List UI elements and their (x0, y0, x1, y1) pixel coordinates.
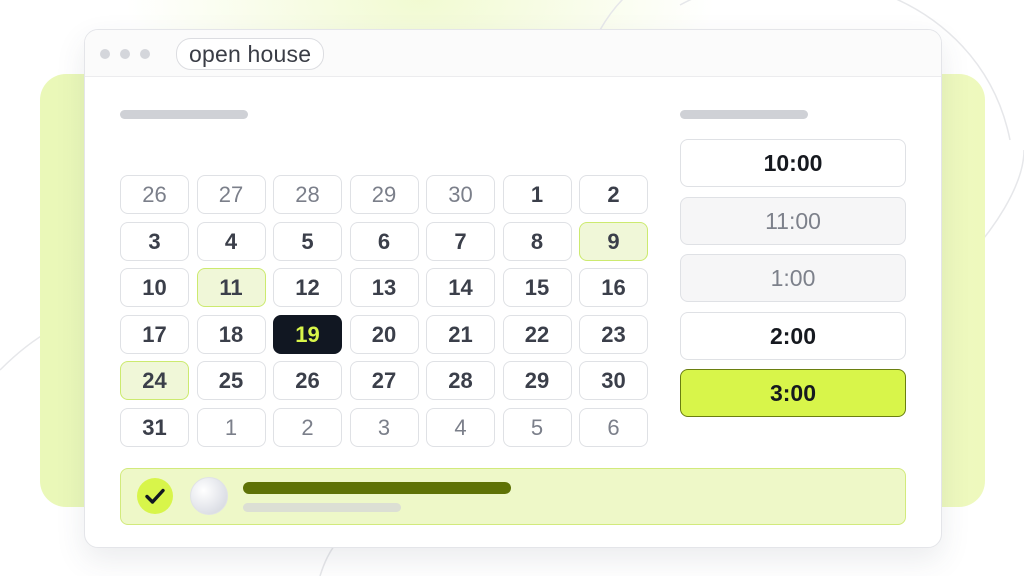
calendar-day[interactable]: 1 (196, 408, 266, 447)
calendar-day[interactable]: 17 (120, 314, 189, 354)
calendar-day-selected[interactable]: 19 (273, 314, 342, 354)
calendar-day[interactable]: 28 (426, 361, 495, 401)
calendar-day[interactable]: 31 (120, 408, 189, 447)
calendar-day[interactable]: 27 (196, 175, 266, 214)
time-heading-placeholder (680, 110, 808, 119)
time-slot[interactable]: 2:00 (680, 311, 906, 360)
calendar-day[interactable]: 16 (579, 268, 648, 308)
calendar-day[interactable]: 26 (120, 175, 189, 214)
calendar-day[interactable]: 24 (120, 361, 189, 401)
calendar-day[interactable]: 23 (579, 314, 648, 354)
avatar-icon (190, 477, 228, 515)
window-titlebar: open house (85, 30, 941, 77)
calendar-day[interactable]: 2 (579, 175, 648, 214)
calendar-day[interactable]: 7 (426, 221, 495, 261)
calendar-day[interactable]: 3 (349, 408, 419, 447)
calendar-day[interactable]: 30 (579, 361, 648, 401)
calendar-day[interactable]: 3 (120, 221, 189, 261)
calendar-day[interactable]: 12 (273, 268, 342, 308)
calendar-day[interactable]: 4 (196, 221, 266, 261)
time-slot[interactable]: 11:00 (680, 196, 906, 245)
calendar-heading-placeholder (120, 110, 248, 119)
calendar-day[interactable]: 28 (273, 175, 342, 214)
calendar-day[interactable]: 5 (502, 408, 572, 447)
calendar-day[interactable]: 20 (349, 314, 419, 354)
calendar-day[interactable]: 26 (273, 361, 342, 401)
calendar-day[interactable]: 29 (349, 175, 419, 214)
calendar-day[interactable]: 1 (502, 175, 572, 214)
time-slot[interactable]: 1:00 (680, 254, 906, 302)
calendar-day[interactable]: 11 (196, 268, 266, 308)
calendar-day[interactable]: 29 (502, 361, 572, 401)
calendar-day[interactable]: 15 (502, 268, 572, 308)
calendar-day[interactable]: 10 (120, 268, 189, 308)
browser-window: open house MTWTFSS 262728293012345678910… (84, 29, 942, 548)
calendar-day[interactable]: 14 (426, 268, 495, 308)
calendar-day[interactable]: 8 (502, 221, 572, 261)
window-dot-icon[interactable] (140, 49, 150, 59)
calendar-day[interactable]: 6 (579, 408, 648, 447)
calendar-day[interactable]: 21 (426, 314, 495, 354)
time-slot[interactable]: 10:00 (680, 139, 906, 187)
time-slot-selected[interactable]: 3:00 (680, 369, 906, 417)
calendar-day[interactable]: 2 (273, 408, 342, 447)
calendar-day[interactable]: 25 (196, 361, 266, 401)
window-tab[interactable]: open house (176, 38, 325, 70)
calendar-day[interactable]: 30 (426, 175, 495, 214)
window-tab-title: open house (189, 41, 312, 67)
calendar-day[interactable]: 9 (579, 221, 648, 261)
window-dot-icon[interactable] (100, 49, 110, 59)
calendar-day[interactable]: 4 (426, 408, 495, 447)
confirmation-title-placeholder (243, 482, 511, 494)
calendar-day[interactable]: 18 (196, 314, 266, 354)
calendar-day[interactable]: 13 (349, 268, 419, 308)
calendar-day[interactable]: 27 (349, 361, 419, 401)
check-icon (137, 478, 173, 514)
window-dot-icon[interactable] (120, 49, 130, 59)
calendar-day[interactable]: 22 (502, 314, 572, 354)
calendar-day[interactable]: 6 (349, 221, 419, 261)
confirmation-subtitle-placeholder (243, 503, 401, 512)
booking-confirmation[interactable] (120, 468, 906, 525)
calendar-day[interactable]: 5 (273, 221, 342, 261)
